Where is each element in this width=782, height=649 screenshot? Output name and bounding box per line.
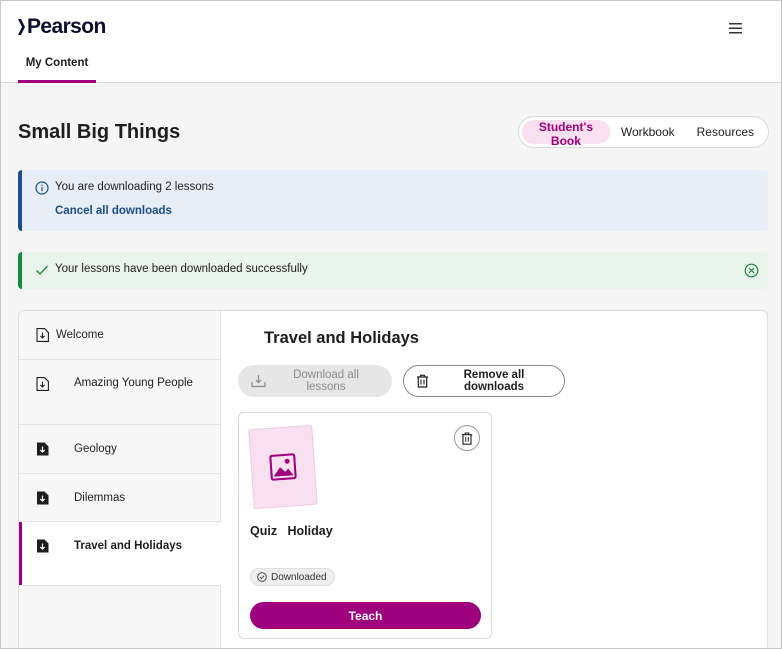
sidebar-item-geology[interactable]: Geology bbox=[19, 425, 221, 474]
teach-button[interactable]: Teach bbox=[250, 602, 481, 629]
image-placeholder-icon bbox=[269, 453, 297, 481]
hamburger-menu-button[interactable] bbox=[725, 17, 747, 39]
downloaded-status-label: Downloaded bbox=[271, 571, 327, 583]
download-tray-icon bbox=[251, 375, 266, 388]
lesson-card: Quiz Holiday Downloaded Teach bbox=[238, 412, 492, 639]
sidebar-item-welcome[interactable]: Welcome bbox=[19, 311, 221, 360]
info-icon bbox=[35, 181, 49, 195]
checkmark-icon bbox=[36, 265, 48, 275]
download-all-lessons-label: Download all lessons bbox=[293, 369, 359, 393]
unit-title: Travel and Holidays bbox=[264, 329, 419, 347]
downloaded-file-icon bbox=[37, 442, 49, 456]
pearson-mark-icon bbox=[18, 19, 25, 35]
unit-sidebar: Welcome Amazing Young People Geology Dil… bbox=[19, 311, 221, 648]
sidebar-item-label: Geology bbox=[74, 443, 117, 455]
download-all-lessons-button[interactable]: Download all lessons bbox=[238, 365, 392, 397]
delete-download-button[interactable] bbox=[454, 425, 480, 451]
sidebar-item-travel-and-holidays[interactable]: Travel and Holidays bbox=[19, 522, 221, 586]
tab-workbook[interactable]: Workbook bbox=[610, 120, 686, 144]
cancel-all-downloads-link[interactable]: Cancel all downloads bbox=[55, 205, 172, 217]
dismiss-alert-button[interactable] bbox=[744, 263, 759, 278]
lessons-panel: Welcome Amazing Young People Geology Dil… bbox=[18, 310, 768, 648]
remove-all-downloads-button[interactable]: Remove all downloads bbox=[403, 365, 565, 397]
downloaded-file-icon bbox=[37, 491, 49, 505]
download-success-alert: Your lessons have been downloaded succes… bbox=[18, 252, 768, 289]
book-tab-switcher: Student's Book Workbook Resources bbox=[518, 116, 769, 148]
tab-my-content[interactable]: My Content bbox=[18, 49, 96, 83]
sidebar-item-label: Welcome bbox=[56, 329, 104, 341]
download-progress-message: You are downloading 2 lessons bbox=[55, 181, 214, 193]
sidebar-item-amazing-young-people[interactable]: Amazing Young People bbox=[19, 360, 221, 425]
check-circle-icon bbox=[257, 572, 267, 582]
download-progress-alert: You are downloading 2 lessons Cancel all… bbox=[18, 170, 768, 231]
lesson-title: Quiz Holiday bbox=[250, 524, 333, 538]
top-header: Pearson My Content bbox=[1, 1, 781, 83]
download-file-outline-icon bbox=[36, 377, 49, 391]
download-file-outline-icon bbox=[36, 328, 49, 342]
close-circle-icon bbox=[744, 263, 759, 278]
sidebar-item-dilemmas[interactable]: Dilemmas bbox=[19, 474, 221, 522]
download-success-message: Your lessons have been downloaded succes… bbox=[55, 263, 308, 275]
sidebar-item-label: Amazing Young People bbox=[74, 377, 193, 389]
tab-resources[interactable]: Resources bbox=[686, 120, 765, 144]
remove-all-downloads-label: Remove all downloads bbox=[463, 369, 525, 393]
page-title: Small Big Things bbox=[18, 121, 181, 143]
sidebar-item-label: Dilemmas bbox=[74, 492, 126, 504]
tab-students-book[interactable]: Student's Book bbox=[522, 120, 610, 148]
hamburger-icon bbox=[729, 23, 742, 34]
downloaded-file-icon bbox=[37, 539, 49, 553]
pearson-logo[interactable]: Pearson bbox=[18, 14, 106, 40]
trash-icon bbox=[461, 431, 473, 445]
brand-name: Pearson bbox=[27, 15, 106, 38]
downloaded-status-badge: Downloaded bbox=[250, 568, 335, 586]
lesson-thumbnail[interactable] bbox=[248, 424, 318, 510]
trash-icon bbox=[417, 374, 428, 388]
sidebar-item-label: Travel and Holidays bbox=[74, 540, 183, 552]
app-window: Pearson My Content Small Big Things Stud… bbox=[0, 0, 782, 649]
